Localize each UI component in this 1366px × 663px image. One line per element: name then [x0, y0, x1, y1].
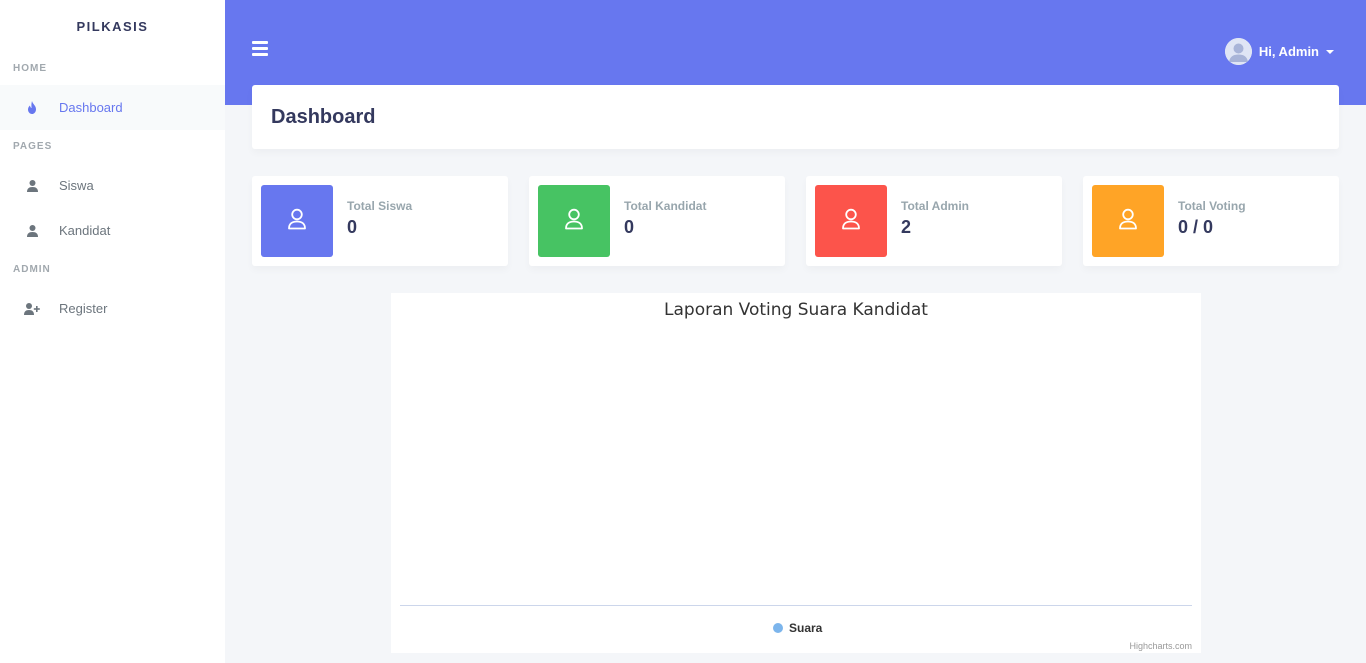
- stat-card-total-voting: Total Voting 0 / 0: [1083, 176, 1339, 266]
- user-icon: [24, 223, 40, 239]
- stat-value: 2: [901, 217, 912, 237]
- user-greeting: Hi, Admin: [1258, 44, 1319, 59]
- voting-chart: Laporan Voting Suara Kandidat Suara High…: [391, 293, 1201, 653]
- stat-label: Total Kandidat: [624, 199, 707, 213]
- sidebar-item-label: Dashboard: [59, 100, 123, 115]
- chart-plot-area: [400, 605, 1192, 606]
- sidebar-item-dashboard[interactable]: Dashboard: [0, 85, 225, 130]
- user-plus-icon: [24, 301, 40, 317]
- stat-label: Total Admin: [901, 199, 969, 213]
- avatar: [1224, 38, 1252, 65]
- page-title: Dashboard: [271, 105, 376, 128]
- fire-icon: [24, 100, 40, 116]
- chart-credits-link[interactable]: Highcharts.com: [1129, 641, 1192, 651]
- user-icon: [24, 178, 40, 194]
- sidebar-item-register[interactable]: Register: [0, 286, 225, 331]
- stat-value: 0: [624, 217, 635, 237]
- user-icon: [564, 208, 584, 235]
- stat-icon-tile: [1092, 185, 1164, 257]
- stat-card-total-siswa: Total Siswa 0: [252, 176, 508, 266]
- legend-item-suara[interactable]: Suara: [773, 621, 822, 635]
- brand-logo[interactable]: PILKASIS: [0, 0, 225, 52]
- sidebar-item-label: Siswa: [59, 178, 94, 193]
- stat-icon-tile: [261, 185, 333, 257]
- user-icon: [287, 208, 307, 235]
- menu-header-home: HOME: [13, 63, 47, 74]
- user-icon: [1118, 208, 1138, 235]
- stat-value: 0: [347, 217, 358, 237]
- sidebar: PILKASIS HOME Dashboard PAGES Siswa Kand…: [0, 0, 225, 663]
- sidebar-item-label: Kandidat: [59, 223, 111, 238]
- legend-marker: [773, 623, 783, 633]
- stat-value: 0 / 0: [1178, 217, 1214, 237]
- stat-label: Total Siswa: [347, 199, 413, 213]
- legend-label: Suara: [789, 621, 823, 635]
- user-icon: [841, 208, 861, 235]
- stat-label: Total Voting: [1178, 199, 1246, 213]
- hamburger-icon[interactable]: [252, 41, 268, 57]
- menu-header-admin: ADMIN: [13, 264, 51, 275]
- sidebar-item-label: Register: [59, 301, 108, 316]
- user-menu[interactable]: Hi, Admin: [1224, 38, 1334, 65]
- stat-icon-tile: [538, 185, 610, 257]
- stat-card-total-kandidat: Total Kandidat 0: [529, 176, 785, 266]
- section-header: Dashboard: [252, 85, 1339, 149]
- stat-icon-tile: [815, 185, 887, 257]
- chevron-down-icon: [1326, 49, 1334, 54]
- stat-card-total-admin: Total Admin 2: [806, 176, 1062, 266]
- sidebar-item-kandidat[interactable]: Kandidat: [0, 208, 225, 253]
- stats-row: Total Siswa 0 Total Kandidat 0 Total Adm…: [252, 176, 1339, 266]
- menu-header-pages: PAGES: [13, 141, 53, 152]
- sidebar-item-siswa[interactable]: Siswa: [0, 163, 225, 208]
